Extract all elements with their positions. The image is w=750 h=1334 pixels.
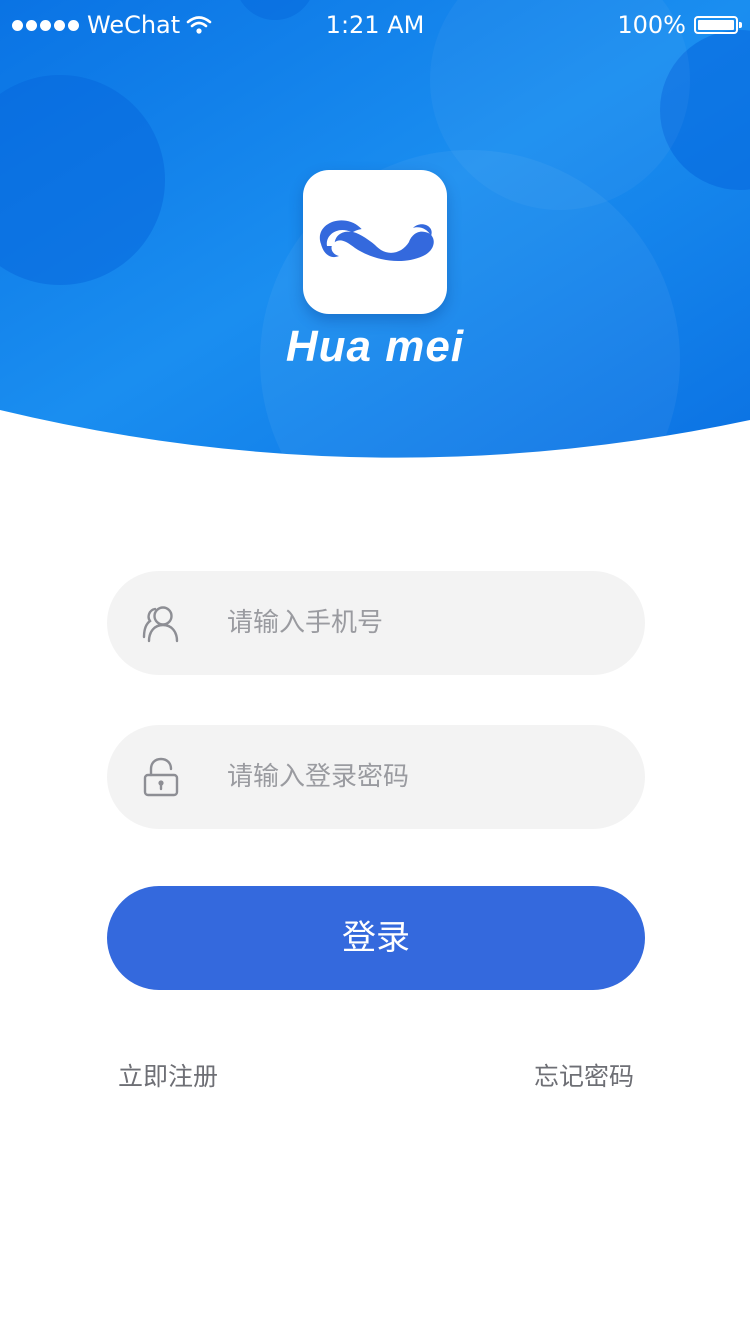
password-field[interactable]	[107, 725, 645, 829]
status-bar: WeChat 1:21 AM 100%	[0, 0, 750, 50]
app-logo	[303, 170, 447, 314]
register-link[interactable]: 立即注册	[118, 1057, 218, 1093]
status-right: 100%	[617, 11, 742, 39]
login-button[interactable]: 登录	[107, 886, 645, 990]
wave-logo-icon	[319, 220, 434, 262]
user-icon	[142, 606, 179, 643]
lock-icon	[143, 757, 179, 797]
battery-percent: 100%	[617, 11, 686, 39]
phone-input[interactable]	[227, 571, 617, 675]
forgot-password-link[interactable]: 忘记密码	[534, 1057, 634, 1093]
phone-field[interactable]	[107, 571, 645, 675]
password-input[interactable]	[227, 725, 617, 829]
header-banner: WeChat 1:21 AM 100% Hua mei	[0, 0, 750, 460]
battery-icon	[694, 16, 742, 34]
brand-name: Hua mei	[285, 322, 465, 371]
